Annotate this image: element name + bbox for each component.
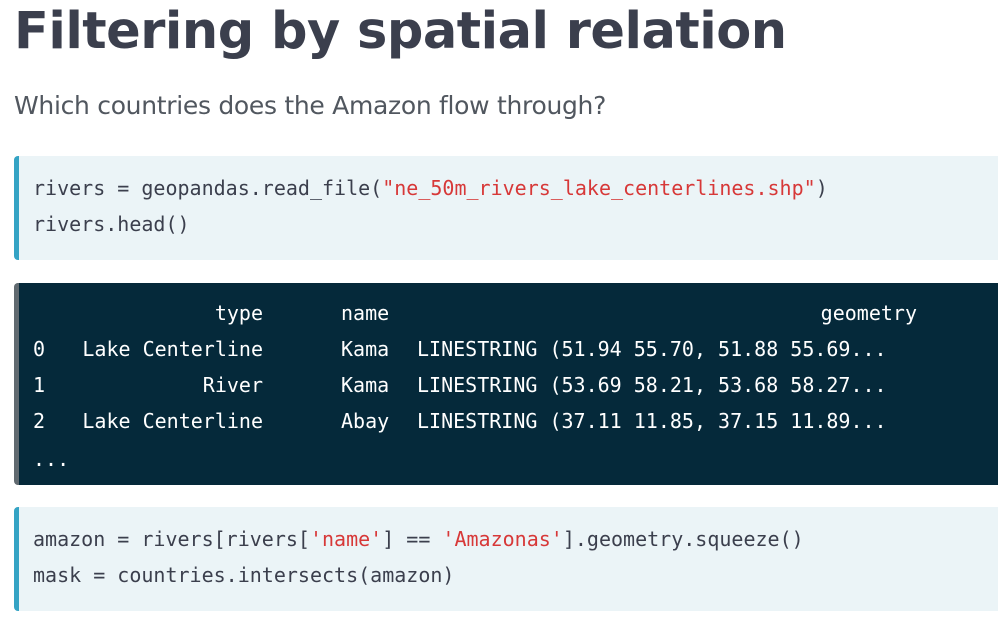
cell-name: Kama bbox=[341, 373, 390, 397]
row-index: 1 bbox=[33, 373, 46, 397]
row-index: 2 bbox=[33, 409, 46, 433]
code-text: ] == bbox=[382, 527, 443, 551]
code-text: ) bbox=[815, 176, 828, 200]
page-title: Filtering by spatial relation bbox=[14, 2, 787, 61]
code-text: rivers = geopandas.read_file( bbox=[33, 176, 383, 200]
column-header-geometry: geometry bbox=[820, 301, 917, 325]
cell-type: Lake Centerline bbox=[82, 409, 263, 433]
code-text: ].geometry.squeeze() bbox=[562, 527, 804, 551]
code-line-amazon: amazon = rivers[rivers['name'] == 'Amazo… bbox=[33, 521, 804, 557]
output-block-dataframe: type name geometry 0 Lake Centerline Kam… bbox=[14, 283, 998, 485]
page-subtitle: Which countries does the Amazon flow thr… bbox=[14, 91, 607, 120]
cell-type: Lake Centerline bbox=[82, 337, 263, 361]
code-string-amazonas: 'Amazonas' bbox=[442, 527, 563, 551]
cell-geometry: LINESTRING (51.94 55.70, 51.88 55.69... bbox=[417, 337, 887, 361]
code-line-read-file: rivers = geopandas.read_file("ne_50m_riv… bbox=[33, 170, 828, 206]
code-block-read-file[interactable]: rivers = geopandas.read_file("ne_50m_riv… bbox=[14, 156, 998, 260]
code-string-name: 'name' bbox=[309, 527, 383, 551]
column-header-name: name bbox=[341, 301, 390, 325]
code-text: amazon = rivers[rivers[ bbox=[33, 527, 310, 551]
row-index: 0 bbox=[33, 337, 46, 361]
cell-name: Abay bbox=[341, 409, 390, 433]
cell-name: Kama bbox=[341, 337, 390, 361]
output-ellipsis: ... bbox=[33, 447, 70, 471]
code-line-head: rivers.head() bbox=[33, 212, 190, 236]
cell-type: River bbox=[202, 373, 263, 397]
column-header-type: type bbox=[214, 301, 263, 325]
cell-geometry: LINESTRING (53.69 58.21, 53.68 58.27... bbox=[417, 373, 887, 397]
code-line-mask: mask = countries.intersects(amazon) bbox=[33, 563, 455, 587]
cell-geometry: LINESTRING (37.11 11.85, 37.15 11.89... bbox=[417, 409, 887, 433]
code-block-amazon-mask[interactable]: amazon = rivers[rivers['name'] == 'Amazo… bbox=[14, 507, 998, 611]
code-string-filename: "ne_50m_rivers_lake_centerlines.shp" bbox=[382, 176, 816, 200]
